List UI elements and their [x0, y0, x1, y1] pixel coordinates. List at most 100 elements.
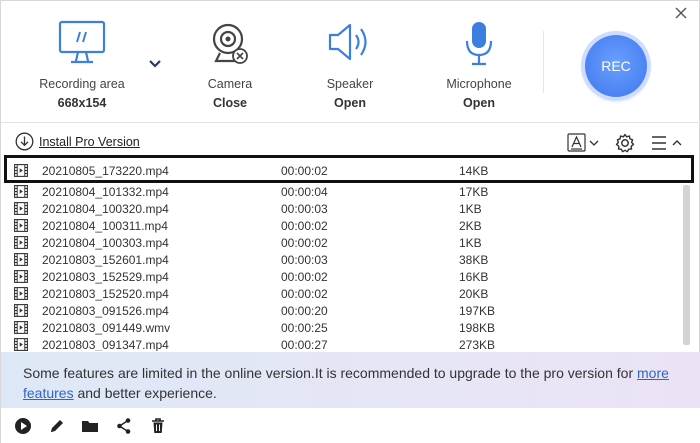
install-pro-label: Install Pro Version [39, 134, 140, 149]
trash-icon [152, 418, 164, 433]
file-size: 17KB [459, 185, 489, 199]
file-size: 16KB [459, 270, 489, 284]
video-file-icon [14, 164, 28, 177]
recording-area-control[interactable]: Recording area 668x154 [27, 19, 137, 110]
video-file-icon [14, 304, 28, 317]
list-scrollbar[interactable] [683, 185, 690, 345]
video-file-icon [14, 253, 28, 266]
video-file-icon [14, 321, 28, 334]
video-file-icon [14, 219, 28, 232]
gear-icon [615, 133, 635, 153]
recording-area-label: Recording area [39, 77, 125, 91]
toolbar: Install Pro Version [1, 124, 700, 154]
file-name: 20210803_152529.mp4 [42, 270, 169, 284]
install-pro-link[interactable]: Install Pro Version [15, 132, 140, 151]
speaker-icon [328, 23, 367, 61]
table-row[interactable]: 20210803_152601.mp4 00:00:03 38KB [6, 251, 690, 268]
file-duration: 00:00:02 [281, 164, 328, 178]
edit-button[interactable] [48, 417, 66, 435]
table-row[interactable]: 20210803_091526.mp4 00:00:20 197KB [6, 302, 690, 319]
video-file-icon [14, 287, 28, 300]
file-duration: 00:00:27 [281, 338, 328, 351]
file-duration: 00:00:03 [281, 202, 328, 216]
file-name: 20210803_091347.mp4 [42, 338, 169, 351]
video-file-icon [14, 236, 28, 249]
table-row[interactable]: 20210804_100311.mp4 00:00:02 2KB [6, 217, 690, 234]
settings-button[interactable] [614, 132, 636, 154]
file-name: 20210804_100303.mp4 [42, 236, 169, 250]
list-menu-button[interactable] [650, 134, 686, 152]
font-settings-button[interactable] [567, 133, 601, 153]
share-icon [117, 418, 131, 434]
table-row[interactable]: 20210803_152520.mp4 00:00:02 20KB [6, 285, 690, 302]
file-name: 20210803_091526.mp4 [42, 304, 169, 318]
camera-value: Close [212, 96, 248, 110]
file-name: 20210803_152520.mp4 [42, 287, 169, 301]
microphone-icon [465, 22, 493, 66]
upgrade-banner: Some features are limited in the online … [1, 352, 700, 408]
delete-button[interactable] [149, 417, 167, 435]
file-duration: 00:00:20 [281, 304, 328, 318]
download-icon [15, 132, 34, 151]
file-name: 20210803_091449.wmv [42, 321, 171, 335]
speaker-label: Speaker [326, 77, 374, 91]
monitor-icon [58, 20, 106, 64]
file-duration: 00:00:02 [281, 219, 328, 233]
menu-icon [652, 136, 682, 150]
file-duration: 00:00:02 [281, 236, 328, 250]
recording-area-dropdown[interactable] [146, 57, 164, 71]
recording-area-value: 668x154 [57, 96, 107, 110]
capture-controls: Recording area 668x154 Camera Close Spea… [1, 1, 700, 123]
banner-text: Some features are limited in the online … [23, 365, 637, 381]
microphone-control[interactable]: Microphone Open [424, 19, 534, 110]
banner-text-end: and better experience. [73, 385, 217, 401]
file-duration: 00:00:25 [281, 321, 328, 335]
play-button[interactable] [14, 417, 32, 435]
camera-label: Camera [207, 77, 253, 91]
file-duration: 00:00:02 [281, 270, 328, 284]
file-size: 273KB [459, 338, 496, 351]
table-row[interactable]: 20210805_173220.mp4 00:00:02 14KB [6, 156, 690, 183]
file-name: 20210804_100320.mp4 [42, 202, 169, 216]
file-size: 38KB [459, 253, 489, 267]
file-size: 197KB [459, 304, 496, 318]
file-name: 20210804_100311.mp4 [42, 219, 168, 233]
webcam-icon [212, 23, 248, 64]
speaker-control[interactable]: Speaker Open [295, 19, 405, 110]
recording-list: 20210805_173220.mp4 00:00:02 14KB 20210804_… [6, 156, 690, 351]
file-size: 14KB [459, 164, 489, 178]
table-row[interactable]: 20210803_152529.mp4 00:00:02 16KB [6, 268, 690, 285]
recorder-window: Recording area 668x154 Camera Close Spea… [0, 0, 700, 443]
video-file-icon [14, 202, 28, 215]
rec-button[interactable]: REC [585, 35, 647, 97]
file-duration: 00:00:02 [281, 287, 328, 301]
microphone-value: Open [463, 96, 495, 110]
file-name: 20210803_152601.mp4 [42, 253, 169, 267]
table-row[interactable]: 20210803_091449.wmv 00:00:25 198KB [6, 319, 690, 336]
file-size: 1KB [459, 236, 482, 250]
folder-icon [82, 421, 98, 432]
file-size: 1KB [459, 202, 482, 216]
font-icon [567, 133, 599, 152]
chevron-down-icon [149, 60, 161, 68]
video-file-icon [14, 270, 28, 283]
camera-control[interactable]: Camera Close [175, 19, 285, 110]
share-button[interactable] [115, 417, 133, 435]
microphone-label: Microphone [446, 77, 512, 91]
file-duration: 00:00:04 [281, 185, 328, 199]
play-icon [15, 418, 31, 434]
speaker-value: Open [334, 96, 366, 110]
pencil-icon [51, 420, 63, 432]
table-row[interactable]: 20210804_101332.mp4 00:00:04 17KB [6, 183, 690, 200]
file-size: 20KB [459, 287, 489, 301]
file-name: 20210804_101332.mp4 [42, 185, 169, 199]
table-row[interactable]: 20210803_091347.mp4 00:00:27 273KB [6, 336, 690, 351]
table-row[interactable]: 20210804_100320.mp4 00:00:03 1KB [6, 200, 690, 217]
table-row[interactable]: 20210804_100303.mp4 00:00:02 1KB [6, 234, 690, 251]
file-size: 198KB [459, 321, 496, 335]
video-file-icon [14, 338, 28, 351]
file-size: 2KB [459, 219, 482, 233]
open-folder-button[interactable] [81, 417, 99, 435]
file-name: 20210805_173220.mp4 [42, 164, 169, 178]
bottom-toolbar [1, 408, 700, 443]
